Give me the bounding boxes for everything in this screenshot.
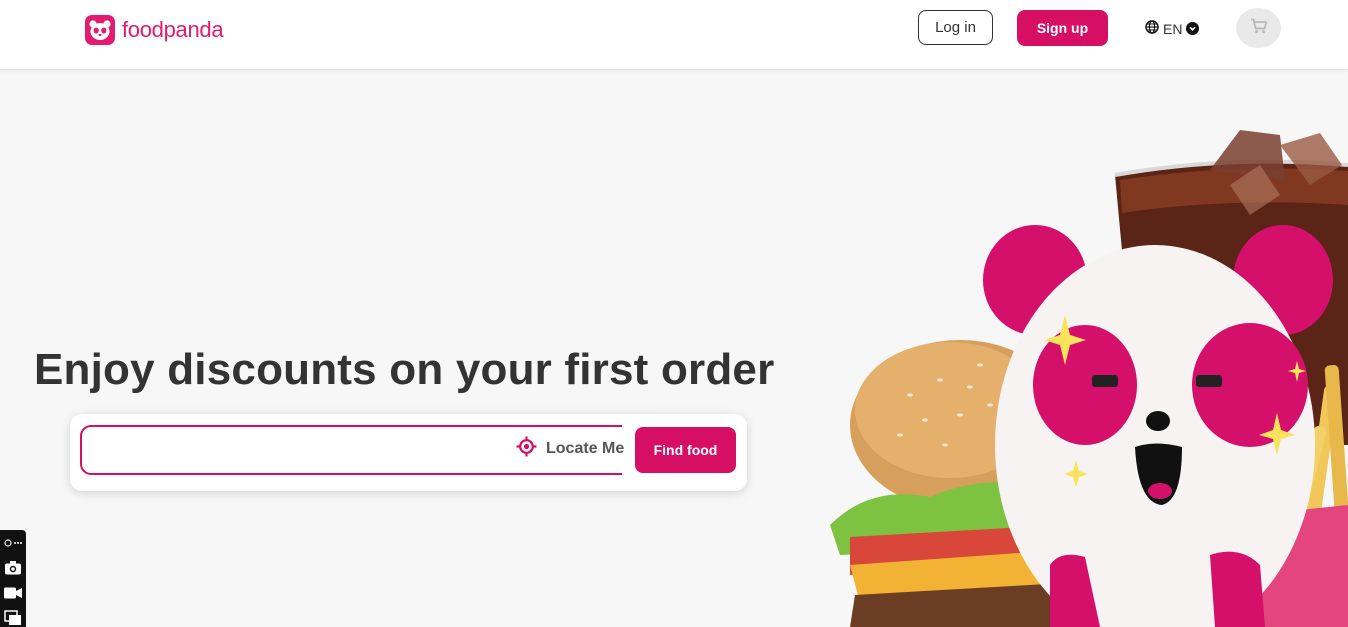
signup-button[interactable]: Sign up [1017,10,1108,46]
camera-icon[interactable] [2,558,24,577]
brand-logo[interactable]: foodpanda [85,15,224,45]
chevron-down-icon [1186,22,1200,35]
panda-icon [85,15,115,45]
address-search-card: Locate Me Find food [70,414,747,491]
video-icon[interactable] [2,583,24,602]
window-capture-icon[interactable] [2,608,24,627]
locate-me-label: Locate Me [546,440,625,457]
hero-illustration [810,125,1348,627]
language-selector[interactable]: EN [1145,20,1200,37]
hero-headline: Enjoy discounts on your first order [34,345,775,394]
screen-capture-toolbar [0,530,26,627]
globe-icon [1145,20,1159,37]
brand-name: foodpanda [122,17,224,42]
site-header: foodpanda Log in Sign up EN [0,0,1348,70]
cart-button[interactable] [1236,8,1281,48]
crosshair-icon [516,436,537,462]
cart-icon [1250,18,1268,39]
find-food-button[interactable]: Find food [635,427,736,473]
login-button[interactable]: Log in [918,10,993,45]
address-input[interactable] [82,427,502,473]
locate-me-button[interactable]: Locate Me [516,436,624,462]
more-options-icon[interactable] [2,533,24,552]
language-code: EN [1163,20,1183,37]
panda-mascot-image [983,225,1333,627]
